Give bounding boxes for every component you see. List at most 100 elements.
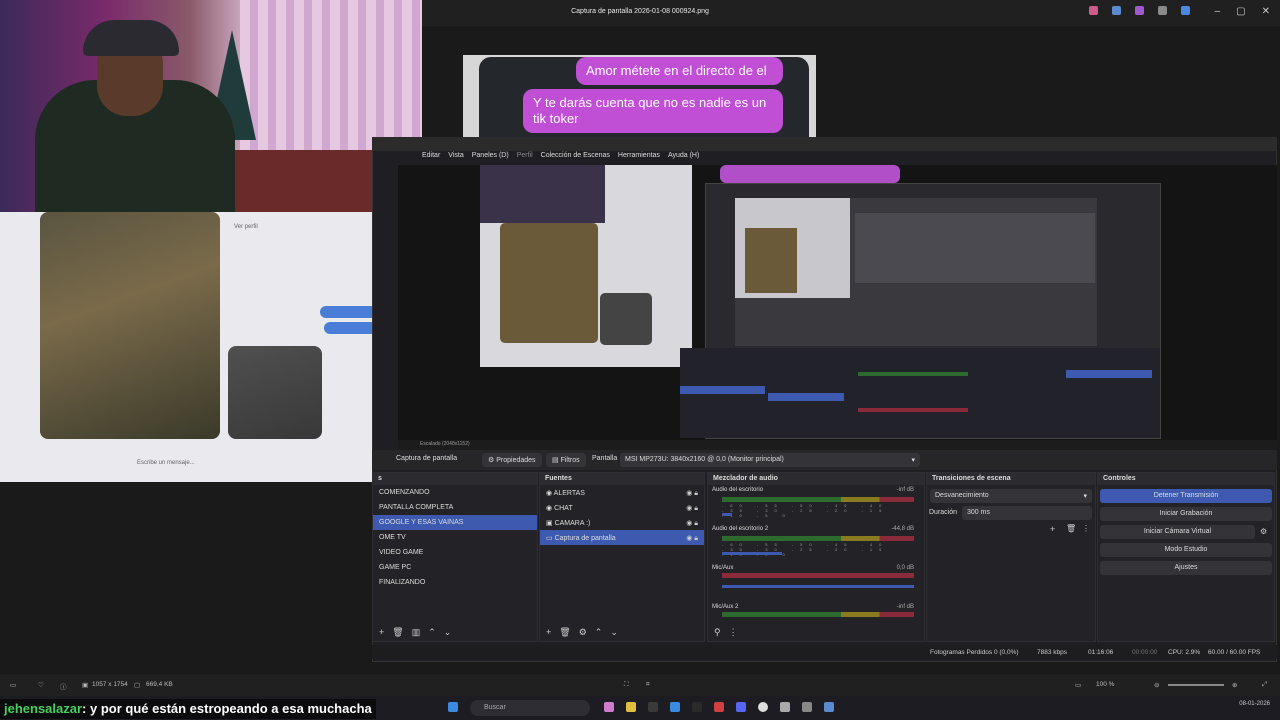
- copilot-icon[interactable]: [1089, 6, 1098, 15]
- scene-item-selected[interactable]: GOOGLE Y ESAS VAINAS: [373, 515, 537, 530]
- system-clock[interactable]: 08-01-2026: [1239, 700, 1270, 708]
- menu-tools[interactable]: Herramientas: [618, 152, 660, 164]
- gear-icon[interactable]: ⚙: [579, 627, 587, 639]
- photos-icon[interactable]: [824, 702, 834, 712]
- source-icon: ◉: [546, 490, 554, 497]
- app-icon[interactable]: [714, 702, 724, 712]
- sources-header: Fuentes: [540, 473, 704, 485]
- source-item-selected[interactable]: ▭ Captura de pantalla ◉ 🔒︎: [540, 530, 704, 545]
- duration-input[interactable]: 300 ms: [962, 506, 1092, 520]
- eye-icon: ◉: [686, 535, 693, 542]
- source-item[interactable]: ◉ ALERTAS ◉ 🔒︎: [540, 485, 704, 500]
- menu-help[interactable]: Ayuda (H): [668, 152, 699, 164]
- lock-icon: 🔒︎: [694, 535, 698, 542]
- arrow-down-icon[interactable]: ⌄: [444, 627, 452, 639]
- scene-item[interactable]: COMENZANDO: [373, 485, 537, 500]
- screen-select[interactable]: MSI MP273U: 3840x2160 @ 0,0 (Monitor pri…: [620, 453, 920, 467]
- source-item[interactable]: ◉ CHAT ◉ 🔒︎: [540, 500, 704, 515]
- volume-meter: [722, 536, 914, 541]
- zoom-in-icon[interactable]: ⊕: [1232, 681, 1237, 689]
- filters-button[interactable]: ▤ Filtros: [546, 453, 586, 467]
- zoom-slider[interactable]: [1168, 684, 1224, 686]
- trash-icon[interactable]: 🗑: [1066, 524, 1076, 533]
- volume-meter: [722, 612, 914, 617]
- chrome-icon[interactable]: [626, 702, 636, 712]
- start-icon[interactable]: [448, 702, 458, 712]
- filter-icon[interactable]: ▥: [412, 627, 421, 639]
- app-icon[interactable]: [692, 702, 702, 712]
- settings-button[interactable]: Ajustes: [1100, 561, 1272, 575]
- file-icon: ▢: [134, 682, 141, 689]
- scene-item[interactable]: PANTALLA COMPLETA: [373, 500, 537, 515]
- studio-mode-button[interactable]: Modo Estudio: [1100, 543, 1272, 557]
- close-icon[interactable]: ✕: [1262, 6, 1270, 17]
- explorer-icon[interactable]: [648, 702, 658, 712]
- video-thumbnail-small[interactable]: [228, 346, 322, 439]
- message-input[interactable]: Escribe un mensaje...: [137, 460, 195, 466]
- sent-message-pill: [320, 306, 380, 318]
- arrow-up-icon[interactable]: ⌃: [595, 627, 603, 639]
- effects-icon[interactable]: [1135, 6, 1144, 15]
- menu-edit[interactable]: Editar: [422, 152, 440, 164]
- discord-icon[interactable]: [736, 702, 746, 712]
- zoom-out-icon[interactable]: ⊖: [1154, 681, 1159, 689]
- app-icon[interactable]: [802, 702, 812, 712]
- stop-stream-button[interactable]: Detener Transmisión: [1100, 489, 1272, 503]
- properties-button[interactable]: ⚙ Propiedades: [482, 453, 542, 467]
- fit-icon[interactable]: ⛶: [624, 681, 629, 689]
- obs-icon[interactable]: [758, 702, 768, 712]
- gear-icon[interactable]: ⚙: [1260, 527, 1267, 536]
- menu-icon[interactable]: ⋮: [1082, 524, 1090, 533]
- maximize-icon[interactable]: ▢: [1236, 6, 1245, 17]
- camera-icon: ▣: [546, 520, 555, 527]
- crop-icon[interactable]: ⌗: [646, 681, 650, 689]
- heart-icon[interactable]: ♡: [38, 681, 44, 689]
- app-icon[interactable]: [780, 702, 790, 712]
- menu-icon[interactable]: ⋮: [729, 627, 738, 639]
- start-virtual-camera-button[interactable]: Iniciar Cámara Virtual: [1100, 525, 1255, 539]
- share-icon[interactable]: [1158, 6, 1167, 15]
- eye-icon: ◉: [686, 505, 693, 512]
- trash-icon[interactable]: 🗑: [559, 627, 570, 639]
- scenes-header: s: [373, 473, 537, 485]
- start-recording-button[interactable]: Iniciar Grabación: [1100, 507, 1272, 521]
- volume-slider[interactable]: [722, 585, 914, 588]
- onedrive-icon[interactable]: [1181, 6, 1190, 15]
- link-icon[interactable]: ⚲: [714, 627, 721, 639]
- menu-docks[interactable]: Paneles (D): [472, 152, 509, 164]
- add-icon[interactable]: +: [379, 627, 384, 639]
- menu-profile[interactable]: Perfil: [517, 152, 533, 164]
- volume-slider[interactable]: [722, 513, 732, 516]
- info-icon[interactable]: ⓘ: [60, 681, 67, 691]
- minimize-icon[interactable]: –: [1215, 6, 1221, 17]
- arrow-down-icon[interactable]: ⌄: [610, 627, 618, 639]
- scene-item[interactable]: OME TV: [373, 530, 537, 545]
- mixer-track: Audio del escritorio 2 -44,8 dB -60 -55 -…: [708, 524, 924, 563]
- add-icon[interactable]: +: [1050, 524, 1055, 534]
- fullscreen-icon[interactable]: ⤢: [1262, 681, 1267, 689]
- arrow-up-icon[interactable]: ⌃: [428, 627, 436, 639]
- filmstrip-icon[interactable]: ▭: [10, 681, 16, 689]
- volume-slider[interactable]: [722, 552, 782, 555]
- scene-item[interactable]: FINALIZANDO: [373, 575, 537, 590]
- track-name: Mic/Aux 2: [712, 604, 739, 610]
- scene-item[interactable]: VIDEO GAME: [373, 545, 537, 560]
- add-icon[interactable]: +: [546, 627, 551, 639]
- taskbar-search[interactable]: Buscar: [470, 700, 590, 716]
- trash-icon[interactable]: 🗑: [392, 627, 403, 639]
- fit-window-icon[interactable]: ▭: [1075, 681, 1081, 689]
- menu-view[interactable]: Vista: [448, 152, 463, 164]
- chat-bubble-1: Amor métete en el directo de el: [576, 57, 783, 85]
- edit-icon[interactable]: [1112, 6, 1121, 15]
- view-profile-link[interactable]: Ver perfil: [234, 224, 258, 230]
- track-db: -inf dB: [896, 604, 914, 610]
- source-item[interactable]: ▣ CAMARA :) ◉ 🔒︎: [540, 515, 704, 530]
- app-icon[interactable]: [604, 702, 614, 712]
- video-thumbnail[interactable]: [40, 212, 220, 439]
- app-icon[interactable]: [670, 702, 680, 712]
- menu-scene-collection[interactable]: Colección de Escenas: [541, 152, 610, 164]
- scene-item[interactable]: GAME PC: [373, 560, 537, 575]
- track-name: Audio del escritorio 2: [712, 526, 769, 532]
- transition-select[interactable]: Desvanecimiento ▾: [930, 489, 1092, 503]
- zoom-level[interactable]: 100 %: [1096, 681, 1114, 688]
